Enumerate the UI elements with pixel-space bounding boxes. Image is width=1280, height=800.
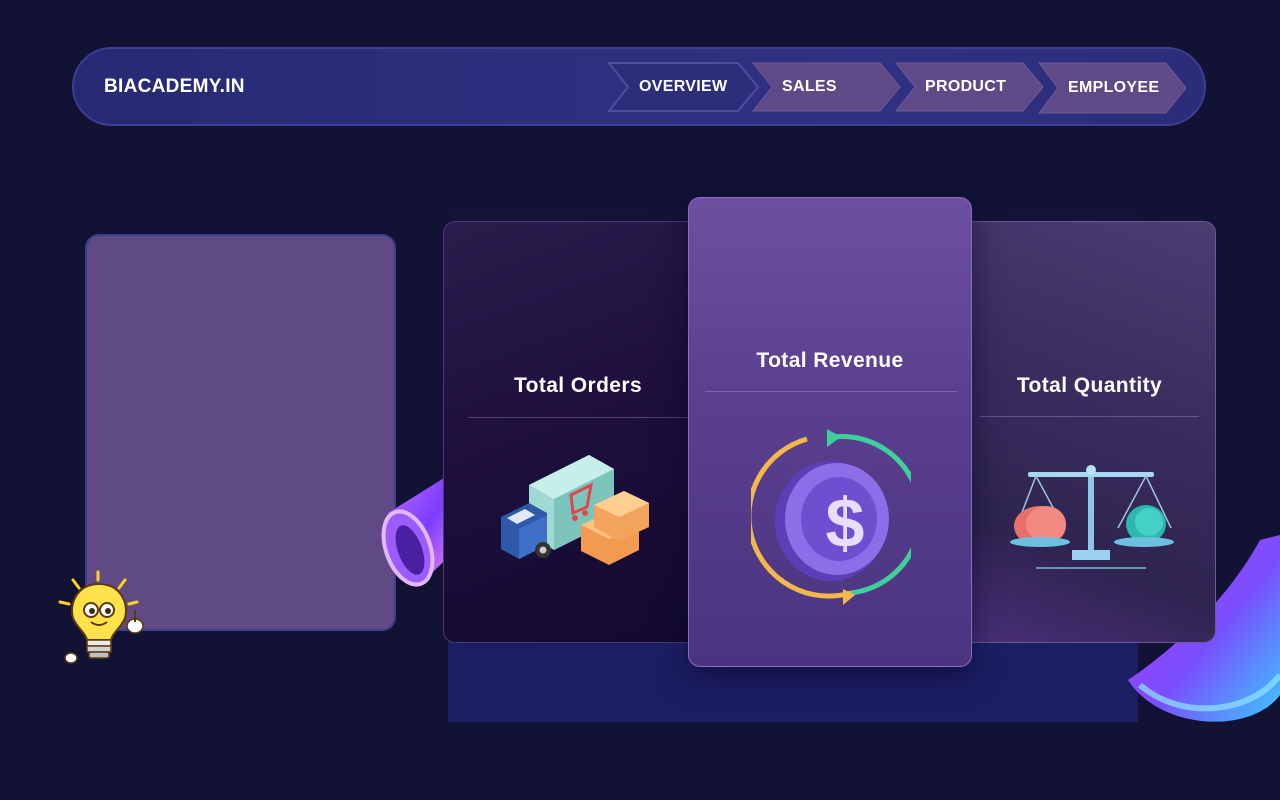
nav-tab-label: EMPLOYEE	[1068, 79, 1160, 96]
nav-tab-label: PRODUCT	[925, 78, 1007, 95]
dashboard-page: BIACADEMY.IN OVERVIEW SALES PRODUCT EMPL…	[0, 0, 1280, 800]
brand-logo-text: BIACADEMY.IN	[104, 76, 245, 97]
card-title: Total Revenue	[756, 349, 904, 372]
nav-tab-employee[interactable]: EMPLOYEE	[1038, 62, 1188, 114]
nav-tab-label: OVERVIEW	[639, 78, 728, 95]
dollar-coin-icon: $	[751, 429, 911, 605]
card-divider	[468, 417, 712, 418]
nav-tab-label: SALES	[782, 78, 837, 95]
nav-tab-product[interactable]: PRODUCT	[895, 62, 1045, 112]
lightbulb-mascot-icon	[58, 570, 144, 664]
nav-tab-overview[interactable]: OVERVIEW	[608, 62, 760, 112]
delivery-truck-icon	[501, 455, 649, 565]
svg-text:$: $	[826, 484, 865, 562]
total-orders-card[interactable]: Total Orders	[443, 221, 713, 643]
balance-scale-icon	[1010, 465, 1174, 569]
card-title: Total Quantity	[1016, 374, 1163, 397]
card-divider	[980, 416, 1199, 417]
card-title: Total Orders	[513, 374, 643, 397]
nav-tab-sales[interactable]: SALES	[752, 62, 902, 112]
total-quantity-card[interactable]: Total Quantity	[955, 221, 1216, 643]
total-revenue-card[interactable]: Total Revenue $	[688, 197, 972, 667]
card-divider	[705, 391, 957, 392]
